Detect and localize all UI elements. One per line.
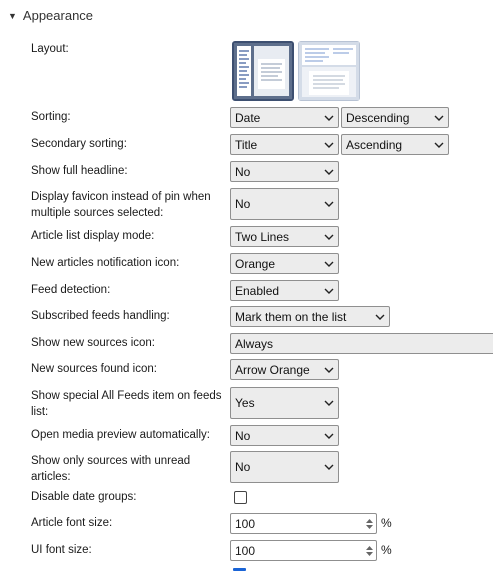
show-all-feeds-label-line2: list: (31, 406, 49, 418)
section-header-appearance[interactable]: ▼ Appearance (8, 8, 93, 23)
article-font-size-input[interactable]: 100 (230, 513, 377, 534)
chevron-down-icon (320, 433, 338, 439)
feed-detection-label: Feed detection: (31, 284, 111, 296)
sorting-order-select[interactable]: Descending (341, 107, 449, 128)
ui-font-size-unit: % (381, 543, 392, 557)
disable-date-groups-label: Disable date groups: (31, 491, 137, 503)
sorting-label: Sorting: (31, 111, 71, 123)
show-new-sources-icon-select[interactable]: Always (230, 333, 493, 354)
article-font-size-unit: % (381, 516, 392, 530)
show-all-feeds-select[interactable]: Yes (230, 387, 339, 419)
display-favicon-select[interactable]: No (230, 188, 339, 220)
show-all-feeds-value: Yes (235, 396, 255, 410)
show-unread-only-value: No (235, 460, 251, 474)
subscribed-feeds-select[interactable]: Mark them on the list (230, 306, 390, 327)
article-font-size-label: Article font size: (31, 517, 113, 529)
spinner-arrows-icon[interactable] (362, 518, 376, 529)
show-unread-only-label-line2: articles: (31, 471, 71, 483)
new-sources-found-icon-select[interactable]: Arrow Orange (230, 359, 339, 380)
layout-vertical-icon (234, 43, 292, 99)
secondary-sorting-value: Title (235, 137, 258, 152)
new-articles-icon-select[interactable]: Orange (230, 253, 339, 274)
new-sources-found-icon-label: New sources found icon: (31, 363, 157, 375)
chevron-down-icon (320, 142, 338, 148)
secondary-sorting-label: Secondary sorting: (31, 138, 127, 150)
ui-font-size-label: UI font size: (31, 544, 92, 556)
chevron-down-icon (320, 400, 338, 406)
display-favicon-value: No (235, 197, 251, 211)
spinner-arrows-icon[interactable] (362, 545, 376, 556)
section-title: Appearance (22, 8, 94, 23)
ui-font-size-value: 100 (235, 543, 256, 558)
feed-detection-select[interactable]: Enabled (230, 280, 339, 301)
chevron-down-icon (320, 201, 338, 207)
show-all-feeds-label-line1: Show special All Feeds item on feeds (31, 390, 222, 402)
chevron-down-icon (320, 288, 338, 294)
sorting-order-value: Descending (346, 110, 410, 125)
chevron-down-icon (320, 234, 338, 240)
subscribed-feeds-label: Subscribed feeds handling: (31, 310, 170, 322)
show-full-headline-value: No (235, 164, 251, 179)
article-font-size-value: 100 (235, 516, 256, 531)
show-full-headline-select[interactable]: No (230, 161, 339, 182)
open-media-preview-select[interactable]: No (230, 425, 339, 446)
layout-label: Layout: (31, 43, 69, 55)
show-new-sources-icon-label: Show new sources icon: (31, 337, 156, 349)
disable-date-groups-checkbox[interactable] (234, 491, 247, 504)
open-media-preview-value: No (235, 428, 251, 443)
secondary-sorting-order-select[interactable]: Ascending (341, 134, 449, 155)
chevron-down-icon (320, 169, 338, 175)
chevron-down-icon (430, 115, 448, 121)
chevron-down-icon (320, 261, 338, 267)
display-favicon-label-line1: Display favicon instead of pin when (31, 191, 211, 203)
show-new-sources-icon-value: Always (235, 336, 274, 351)
secondary-sorting-select[interactable]: Title (230, 134, 339, 155)
show-unread-only-select[interactable]: No (230, 451, 339, 483)
ui-font-size-input[interactable]: 100 (230, 540, 377, 561)
open-media-preview-label: Open media preview automatically: (31, 429, 210, 441)
chevron-down-icon (371, 314, 389, 320)
chevron-down-icon (430, 142, 448, 148)
sorting-value: Date (235, 110, 261, 125)
show-unread-only-label-line1: Show only sources with unread (31, 455, 191, 467)
collapse-triangle-icon[interactable]: ▼ (8, 11, 17, 21)
new-articles-icon-value: Orange (235, 256, 276, 271)
show-full-headline-label: Show full headline: (31, 165, 128, 177)
sorting-select[interactable]: Date (230, 107, 339, 128)
subscribed-feeds-value: Mark them on the list (235, 309, 347, 324)
layout-horizontal-icon (299, 42, 359, 100)
feed-detection-value: Enabled (235, 283, 280, 298)
layout-option-horizontal[interactable] (298, 41, 360, 101)
chevron-down-icon (320, 367, 338, 373)
chevron-down-icon (320, 464, 338, 470)
article-list-mode-label: Article list display mode: (31, 230, 155, 242)
display-favicon-label-line2: multiple sources selected: (31, 207, 164, 219)
article-list-mode-select[interactable]: Two Lines (230, 226, 339, 247)
new-articles-icon-label: New articles notification icon: (31, 257, 180, 269)
new-sources-found-icon-value: Arrow Orange (235, 362, 310, 377)
article-list-mode-value: Two Lines (235, 229, 290, 244)
secondary-sorting-order-value: Ascending (346, 137, 403, 152)
layout-option-vertical[interactable] (232, 41, 294, 101)
chevron-down-icon (320, 115, 338, 121)
